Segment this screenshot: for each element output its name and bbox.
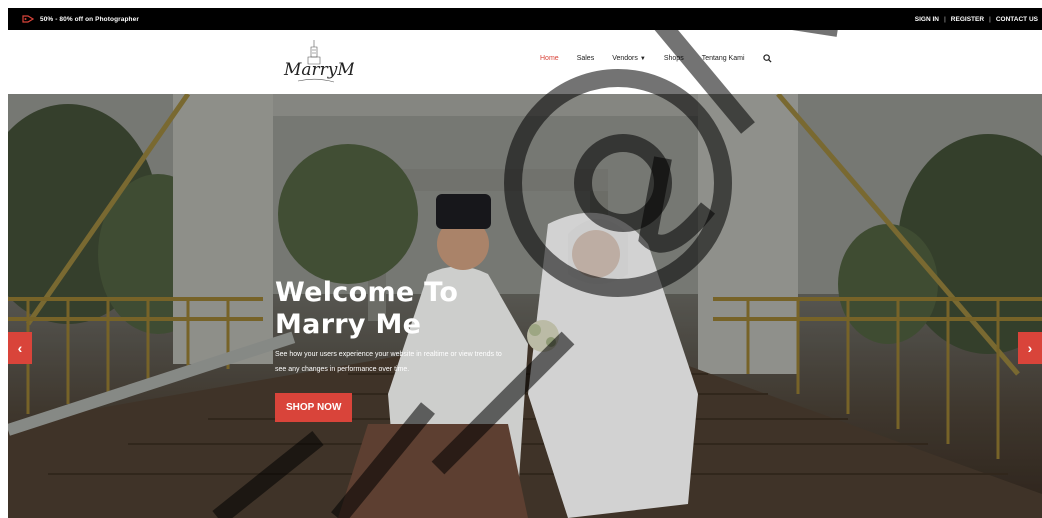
sale-tag-icon: [22, 15, 34, 23]
carousel-prev-button[interactable]: ‹: [8, 332, 32, 364]
chevron-left-icon: ‹: [17, 340, 23, 356]
separator: |: [943, 15, 946, 23]
contact-us-link[interactable]: CONTACT US: [996, 16, 1038, 23]
promo[interactable]: 50% - 80% off on Photographer: [22, 14, 139, 24]
search-icon[interactable]: [762, 54, 772, 63]
nav-item-tentang-kami[interactable]: Tentang Kami: [702, 55, 745, 62]
account-links: SIGN IN | REGISTER | CONTACT US: [915, 8, 1038, 30]
main-navigation: MarryMe Home Sales Vendors▼ Shops Tentan…: [8, 30, 1042, 94]
sign-in-link[interactable]: SIGN IN: [915, 16, 939, 23]
nav-item-sales[interactable]: Sales: [577, 55, 595, 62]
promo-text: 50% - 80% off on Photographer: [40, 15, 139, 23]
hero-content: Welcome To Marry Me See how your users e…: [275, 277, 515, 422]
hero-title: Welcome To Marry Me: [275, 277, 459, 340]
register-link[interactable]: REGISTER: [951, 16, 984, 23]
nav-menu: Home Sales Vendors ▼ Shops Tentang Kami: [540, 54, 772, 63]
shop-now-button[interactable]: SHOP NOW: [275, 393, 353, 422]
promo-bar: 50% - 80% off on Photographer SIGN IN | …: [8, 8, 1042, 30]
chevron-right-icon: ›: [1027, 340, 1033, 356]
page: 50% - 80% off on Photographer SIGN IN | …: [8, 8, 1042, 518]
nav-item-home[interactable]: Home: [540, 55, 559, 62]
logo-text: MarryMe: [283, 60, 354, 80]
carousel-next-button[interactable]: ›: [1018, 332, 1042, 364]
hero-subtitle: See how your users experience your websi…: [275, 351, 502, 373]
nav-item-shops[interactable]: Shops: [664, 55, 684, 62]
hero-carousel: Welcome To Marry Me See how your users e…: [8, 94, 1042, 518]
chevron-down-icon: ▼: [639, 56, 646, 62]
brand-logo[interactable]: MarryMe: [278, 37, 354, 89]
separator: |: [989, 15, 991, 23]
nav-item-label: Vendors: [612, 55, 638, 62]
hero-background-photo: [8, 94, 1042, 518]
nav-item-vendors[interactable]: Vendors ▼: [612, 55, 646, 62]
